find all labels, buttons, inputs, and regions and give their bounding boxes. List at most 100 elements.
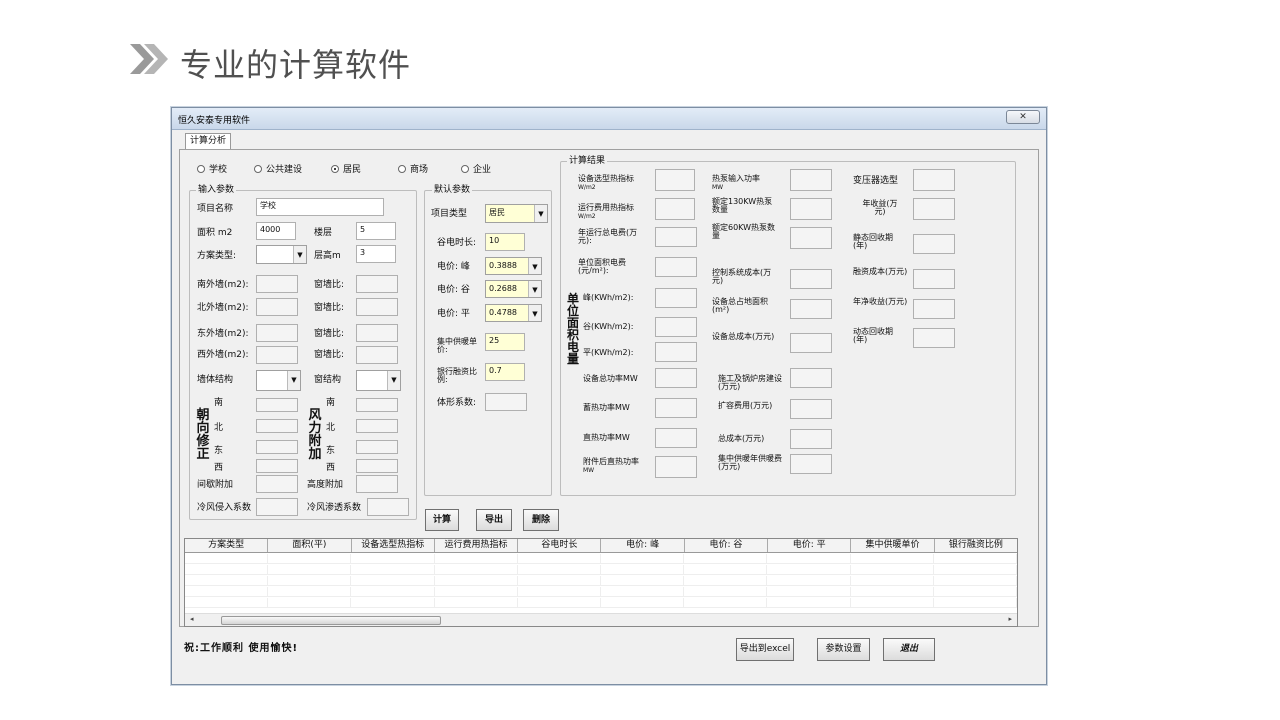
west-win-ratio-input[interactable] [356, 346, 398, 364]
scroll-left-icon[interactable]: ◂ [190, 615, 194, 623]
west-wall-input[interactable] [256, 346, 298, 364]
scrollbar-thumb[interactable] [221, 616, 441, 625]
col-valley-hours[interactable]: 谷电时长 [518, 539, 602, 552]
oper-index-unit: W/m2 [578, 213, 596, 220]
south-win-ratio-label: 窗墙比: [314, 280, 345, 290]
dropdown-arrow-icon: ▼ [528, 281, 541, 297]
wall-structure-select[interactable]: ▼ [256, 370, 301, 391]
project-type-value: 居民 [489, 208, 505, 217]
south-win-ratio-input[interactable] [356, 275, 398, 293]
price-flat-select[interactable]: 0.4788 ▼ [485, 304, 542, 322]
height-input[interactable]: 3 [356, 245, 396, 263]
project-type-select[interactable]: 居民 ▼ [485, 204, 548, 223]
east-win-ratio-input[interactable] [356, 324, 398, 342]
wind-north-input[interactable] [356, 419, 398, 433]
boiler-room-output [790, 368, 832, 388]
after-power-unit: MW [583, 467, 595, 474]
table-row[interactable] [185, 554, 1017, 564]
central-heating-price-input[interactable]: 25 [485, 333, 525, 351]
col-central-price[interactable]: 集中供暖单价 [851, 539, 935, 552]
project-name-input[interactable]: 学校 [256, 198, 384, 216]
valley-hours-input[interactable]: 10 [485, 233, 525, 251]
bank-financing-ratio-label: 银行融资比例: [437, 367, 477, 384]
radio-label: 商场 [410, 165, 429, 175]
orient-east-input[interactable] [256, 440, 298, 454]
table-row[interactable] [185, 565, 1017, 575]
east-wall-input[interactable] [256, 324, 298, 342]
after-power-text: 附件后直热功率 [583, 457, 639, 466]
price-valley-select[interactable]: 0.2688 ▼ [485, 280, 542, 298]
col-scheme-type[interactable]: 方案类型 [185, 539, 269, 552]
total-power-output [655, 368, 697, 388]
col-price-valley[interactable]: 电价: 谷 [685, 539, 769, 552]
floors-input[interactable]: 5 [356, 222, 396, 240]
scheme-type-select[interactable]: ▼ [256, 245, 307, 264]
param-settings-button[interactable]: 参数设置 [817, 638, 870, 661]
wind-east-input[interactable] [356, 440, 398, 454]
altitude-input[interactable] [356, 475, 398, 493]
col-price-flat[interactable]: 电价: 平 [768, 539, 852, 552]
wind-west-input[interactable] [356, 459, 398, 473]
radio-mall[interactable]: 商场 [398, 164, 429, 175]
input-params-title: 输入参数 [196, 185, 237, 195]
col-oper-index[interactable]: 运行费用热指标 [435, 539, 519, 552]
orient-south-input[interactable] [256, 398, 298, 412]
total-cost-output [790, 429, 832, 449]
wind-south-input[interactable] [356, 398, 398, 412]
area-input[interactable]: 4000 [256, 222, 296, 240]
financing-cost-label: 融资成本(万元) [853, 267, 908, 276]
intermittent-input[interactable] [256, 475, 298, 493]
window-structure-label: 窗结构 [314, 375, 342, 385]
export-button[interactable]: 导出 [476, 509, 512, 531]
shape-coefficient-input[interactable] [485, 393, 527, 411]
horizontal-scrollbar[interactable]: ◂ ▸ [185, 613, 1017, 626]
export-excel-button[interactable]: 导出到excel [736, 638, 794, 661]
radio-school[interactable]: 学校 [197, 164, 227, 175]
cold-penetration-input[interactable] [367, 498, 409, 516]
south-wall-label: 南外墙(m2): [197, 280, 249, 290]
results-table[interactable]: 方案类型 面积(平) 设备选型热指标 运行费用热指标 谷电时长 电价: 峰 电价… [184, 538, 1018, 627]
scroll-right-icon[interactable]: ▸ [1008, 615, 1012, 623]
south-wall-input[interactable] [256, 275, 298, 293]
bank-financing-ratio-input[interactable]: 0.7 [485, 363, 525, 381]
table-row[interactable] [185, 587, 1017, 597]
scheme-type-label: 方案类型: [197, 251, 237, 261]
col-design-index[interactable]: 设备选型热指标 [352, 539, 435, 552]
west-wall-label: 西外墙(m2): [197, 350, 249, 360]
calculate-button[interactable]: 计算 [425, 509, 459, 531]
col-area[interactable]: 面积(平) [268, 539, 352, 552]
net-income-output [913, 299, 955, 319]
price-peak-select[interactable]: 0.3888 ▼ [485, 257, 542, 275]
radio-circle [331, 164, 339, 173]
north-win-ratio-input[interactable] [356, 298, 398, 316]
orient-north-label: 北 [214, 423, 224, 433]
col-price-peak[interactable]: 电价: 峰 [601, 539, 685, 552]
radio-enterprise[interactable]: 企业 [461, 164, 491, 175]
dropdown-arrow-icon: ▼ [387, 371, 400, 390]
north-wall-input[interactable] [256, 298, 298, 316]
orient-north-input[interactable] [256, 419, 298, 433]
storage-power-output [655, 398, 697, 418]
orient-east-label: 东 [214, 446, 224, 456]
cold-infiltration-input[interactable] [256, 498, 298, 516]
double-chevron-icon [130, 44, 168, 74]
radio-resident[interactable]: 居民 [331, 164, 361, 175]
after-power-output [655, 456, 697, 478]
orient-west-input[interactable] [256, 459, 298, 473]
delete-button[interactable]: 删除 [523, 509, 559, 531]
radio-public[interactable]: 公共建设 [254, 164, 302, 175]
page-title: 专业的计算软件 [180, 46, 412, 84]
tab-calc-analysis[interactable]: 计算分析 [185, 133, 232, 149]
east-wall-label: 东外墙(m2): [197, 329, 249, 339]
close-icon[interactable]: ✕ [1006, 110, 1040, 124]
table-row[interactable] [185, 598, 1017, 608]
window-structure-select[interactable]: ▼ [356, 370, 401, 391]
col-bank-ratio[interactable]: 银行融资比例 [935, 539, 1017, 552]
dropdown-arrow-icon: ▼ [293, 246, 306, 263]
table-row[interactable] [185, 576, 1017, 586]
annual-electricity-output [655, 227, 697, 247]
valley-hours-label: 谷电时长: [437, 238, 477, 248]
heat-pump-input-label: 热泵输入功率 MW [712, 175, 788, 192]
flat-kwh-label: 平(KWh/m2): [583, 348, 634, 357]
exit-button[interactable]: 退出 [883, 638, 935, 661]
